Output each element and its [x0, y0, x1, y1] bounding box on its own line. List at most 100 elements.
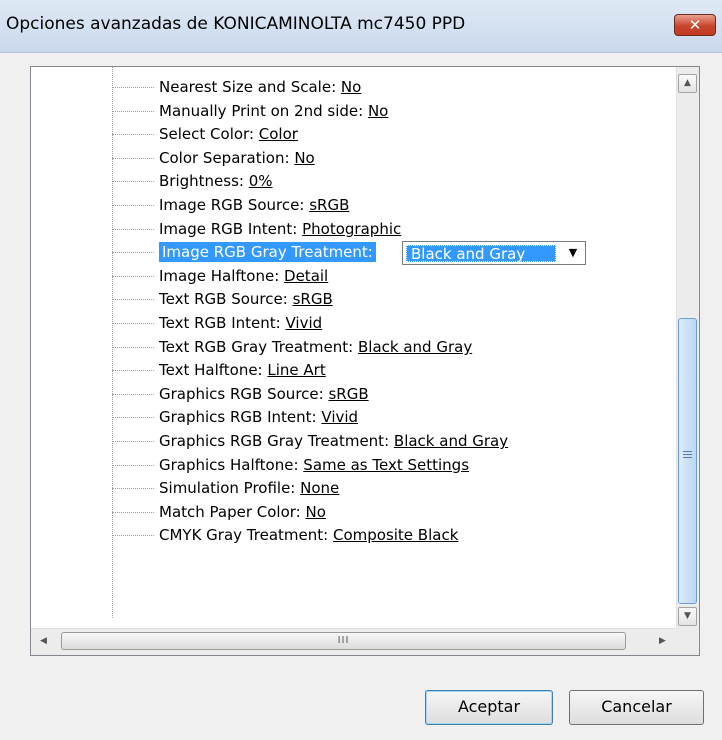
tree-item-value-link[interactable]: Black and Gray — [358, 338, 472, 356]
tree-item-value-link[interactable]: Same as Text Settings — [303, 456, 469, 474]
tree-item-label[interactable]: Image RGB Gray Treatment: — [159, 241, 376, 263]
tree-item[interactable]: Text RGB Intent: Vivid — [112, 312, 632, 334]
tree-item-name: Image RGB Source: — [159, 196, 305, 214]
scroll-left-button[interactable]: ◀ — [34, 632, 53, 651]
tree-item-value-link[interactable]: Vivid — [321, 408, 358, 426]
tree-item-label[interactable]: Image RGB Source: sRGB — [159, 194, 349, 216]
tree-item[interactable]: Text Halftone: Line Art — [112, 359, 632, 381]
tree-item-value-link[interactable]: Vivid — [285, 314, 322, 332]
tree-item[interactable]: Select Color: Color — [112, 123, 632, 145]
tree-item-label[interactable]: Select Color: Color — [159, 123, 298, 145]
tree-item-name: Text RGB Source: — [159, 290, 288, 308]
tree-connector — [112, 181, 154, 182]
tree-item-label[interactable]: Graphics RGB Gray Treatment: Black and G… — [159, 430, 508, 452]
options-tree-panel: Nearest Size and Scale: No Manually Print… — [30, 66, 700, 656]
tree-item-value-link[interactable]: sRGB — [328, 385, 368, 403]
tree-item-label[interactable]: Color Separation: No — [159, 147, 315, 169]
tree-item-value-link[interactable]: No — [306, 503, 326, 521]
tree-item[interactable]: Graphics Halftone: Same as Text Settings — [112, 454, 632, 476]
tree-item[interactable]: Image Halftone: Detail — [112, 265, 632, 287]
tree-item[interactable]: Text RGB Gray Treatment: Black and Gray — [112, 336, 632, 358]
tree-item-label[interactable]: Text Halftone: Line Art — [159, 359, 326, 381]
tree-item-label[interactable]: Brightness: 0% — [159, 170, 273, 192]
tree-item-name: Graphics RGB Gray Treatment: — [159, 432, 390, 450]
tree-item-value-link[interactable]: Black and Gray — [394, 432, 508, 450]
title-bar[interactable]: Opciones avanzadas de KONICAMINOLTA mc74… — [0, 0, 722, 53]
tree-item[interactable]: CMYK Gray Treatment: Composite Black — [112, 524, 632, 546]
tree-item-label[interactable]: Graphics RGB Intent: Vivid — [159, 406, 358, 428]
tree-item-name: Graphics RGB Source: — [159, 385, 324, 403]
tree-connector — [112, 158, 154, 159]
tree-item-label[interactable]: Text RGB Source: sRGB — [159, 288, 333, 310]
tree-item-value-link[interactable]: No — [294, 149, 314, 167]
tree-item[interactable]: Nearest Size and Scale: No — [112, 76, 632, 98]
tree-item-value-link[interactable]: Detail — [284, 267, 328, 285]
chevron-down-icon[interactable]: ▼ — [564, 245, 582, 261]
dialog-window: Opciones avanzadas de KONICAMINOLTA mc74… — [0, 0, 722, 740]
tree-item[interactable]: Graphics RGB Gray Treatment: Black and G… — [112, 430, 632, 452]
tree-item-value-link[interactable]: 0% — [249, 172, 273, 190]
tree-item[interactable]: Manually Print on 2nd side: No — [112, 100, 632, 122]
gray-treatment-dropdown[interactable]: Black and Gray ▼ — [402, 241, 586, 265]
tree-connector — [112, 111, 154, 112]
tree-item-value-link[interactable]: sRGB — [293, 290, 333, 308]
tree-item[interactable]: Image RGB Source: sRGB — [112, 194, 632, 216]
tree-item-name: Graphics Halftone: — [159, 456, 299, 474]
tree-item-label[interactable]: Graphics Halftone: Same as Text Settings — [159, 454, 469, 476]
tree-connector — [112, 205, 154, 206]
vertical-scrollbar[interactable]: ▲ ▼ — [676, 67, 699, 629]
tree-item-label[interactable]: Nearest Size and Scale: No — [159, 76, 361, 98]
tree-item-value-link[interactable]: No — [341, 78, 361, 96]
horizontal-scroll-thumb[interactable]: III — [61, 632, 626, 650]
scroll-right-button[interactable]: ▶ — [653, 632, 672, 651]
scroll-down-icon: ▼ — [684, 611, 691, 621]
tree-item-name: Image Halftone: — [159, 267, 280, 285]
tree-item-name: Text Halftone: — [159, 361, 263, 379]
tree-item-name: Manually Print on 2nd side: — [159, 102, 364, 120]
tree-item-value-link[interactable]: Line Art — [267, 361, 325, 379]
tree-item-label[interactable]: Image Halftone: Detail — [159, 265, 328, 287]
tree-item-label[interactable]: Match Paper Color: No — [159, 501, 326, 523]
vertical-scroll-thumb[interactable] — [678, 318, 697, 604]
tree-item[interactable]: Text RGB Source: sRGB — [112, 288, 632, 310]
tree-item-label[interactable]: CMYK Gray Treatment: Composite Black — [159, 524, 458, 546]
tree-item-value-link[interactable]: No — [368, 102, 388, 120]
tree-item-label[interactable]: Manually Print on 2nd side: No — [159, 100, 388, 122]
scroll-up-icon: ▲ — [684, 78, 691, 88]
tree-connector — [112, 488, 154, 489]
tree-item[interactable]: Image RGB Intent: Photographic — [112, 218, 632, 240]
tree-connector — [112, 347, 154, 348]
cancel-button[interactable]: Cancelar — [569, 690, 704, 725]
tree-item-name: Select Color: — [159, 125, 254, 143]
tree-item[interactable]: Match Paper Color: No — [112, 501, 632, 523]
ok-button[interactable]: Aceptar — [425, 690, 553, 725]
scroll-up-button[interactable]: ▲ — [678, 74, 697, 93]
horizontal-scrollbar[interactable]: ◀ III ▶ — [31, 628, 677, 655]
tree-connector — [112, 276, 154, 277]
tree-item[interactable]: Graphics RGB Source: sRGB — [112, 383, 632, 405]
scroll-down-button[interactable]: ▼ — [678, 607, 697, 626]
tree-item-value-link[interactable]: sRGB — [309, 196, 349, 214]
tree-item-value-link[interactable]: None — [300, 479, 339, 497]
close-button[interactable]: ✕ — [674, 14, 716, 36]
tree-item[interactable]: Graphics RGB Intent: Vivid — [112, 406, 632, 428]
tree-item[interactable]: Simulation Profile: None — [112, 477, 632, 499]
tree-item-label[interactable]: Text RGB Gray Treatment: Black and Gray — [159, 336, 472, 358]
tree-item[interactable]: Color Separation: No — [112, 147, 632, 169]
tree-item-label[interactable]: Graphics RGB Source: sRGB — [159, 383, 369, 405]
tree-item-value-link[interactable]: Color — [259, 125, 298, 143]
window-title: Opciones avanzadas de KONICAMINOLTA mc74… — [6, 14, 466, 34]
tree-connector — [112, 299, 154, 300]
tree-item-value-link[interactable]: Composite Black — [333, 526, 458, 544]
tree-item-name: Brightness: — [159, 172, 244, 190]
tree-item-label[interactable]: Text RGB Intent: Vivid — [159, 312, 322, 334]
tree-item-value-link[interactable]: Photographic — [302, 220, 401, 238]
tree-item-label[interactable]: Image RGB Intent: Photographic — [159, 218, 401, 240]
tree-item-label[interactable]: Simulation Profile: None — [159, 477, 339, 499]
thumb-grip-icon — [683, 457, 692, 458]
thumb-grip-icon — [683, 451, 692, 452]
tree-item-name: Match Paper Color: — [159, 503, 301, 521]
tree-connector — [112, 134, 154, 135]
tree-item[interactable]: Image RGB Gray Treatment: Black and Gray ▼ — [112, 241, 632, 265]
tree-item[interactable]: Brightness: 0% — [112, 170, 632, 192]
